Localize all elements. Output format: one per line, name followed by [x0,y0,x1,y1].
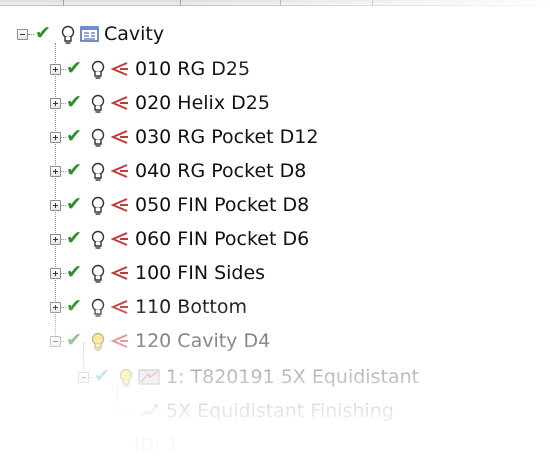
checkmark-icon[interactable]: ✔ [66,160,82,180]
tree-node-100[interactable]: ✔ 100 FIN Sides [0,255,360,289]
lightbulb-icon[interactable] [90,94,106,114]
toolpath-icon [110,130,128,144]
toolpath-icon [110,96,128,110]
toolpath-icon [110,198,128,212]
tree-connector [118,411,136,412]
tree-node-label: 020 Helix D25 [135,92,270,114]
collapse-toggle[interactable] [17,29,28,40]
checkmark-icon[interactable]: ✔ [66,330,82,350]
toolpath-icon [110,300,128,314]
checkmark-icon[interactable]: ✔ [66,92,82,112]
checkmark-icon[interactable]: ✔ [35,23,51,43]
tree-node-label: 050 FIN Pocket D8 [135,194,310,216]
tree-node-label: 040 RG Pocket D8 [135,160,307,182]
checkmark-icon[interactable]: ✔ [66,262,82,282]
tree-node-label: 5X Equidistant Finishing [166,400,394,422]
expand-toggle[interactable] [50,98,61,109]
lightbulb-icon[interactable] [60,25,76,45]
id-label: ID: 1 [134,434,179,456]
tree-node-020[interactable]: ✔ 020 Helix D25 [0,85,360,119]
tree-node-label: 1: T820191 5X Equidistant [166,366,420,388]
strategy-icon [140,404,158,417]
tree-node-label: 110 Bottom [135,296,247,318]
tree-node-label: 030 RG Pocket D12 [135,126,319,148]
lightbulb-icon[interactable] [90,128,106,148]
expand-toggle[interactable] [50,302,61,313]
toolpath-icon [110,164,128,178]
tree-node-010[interactable]: ✔ 010 RG D25 [0,51,360,85]
tree-node-030[interactable]: ✔ 030 RG Pocket D12 [0,119,380,153]
expand-toggle[interactable] [50,132,61,143]
tree-node-label: 060 FIN Pocket D6 [135,228,310,250]
expand-toggle[interactable] [50,234,61,245]
toolpath-icon [110,232,128,246]
checkmark-icon[interactable]: ✔ [66,228,82,248]
tree-node-strategy[interactable]: 5X Equidistant Finishing [0,393,470,427]
collapse-toggle[interactable] [50,336,61,347]
lightbulb-icon[interactable] [90,298,106,318]
tree-node-050[interactable]: ✔ 050 FIN Pocket D8 [0,187,380,221]
operation-icon [138,369,160,385]
toolpath-icon [110,266,128,280]
toolpath-icon [110,334,128,348]
expand-toggle[interactable] [50,64,61,75]
tree-node-120[interactable]: ✔ 120 Cavity D4 [0,323,360,357]
tree-node-label: 120 Cavity D4 [135,330,271,352]
collapse-toggle[interactable] [78,372,89,383]
expand-toggle[interactable] [50,268,61,279]
checkmark-icon[interactable]: ✔ [66,296,82,316]
folder-icon [80,26,99,42]
checkmark-icon[interactable]: ✔ [66,194,82,214]
toolpath-tree: ✔ Cavity ✔ 010 RG D25 ✔ 020 Helix D25 ✔ … [0,0,550,466]
lightbulb-icon[interactable] [90,264,106,284]
tree-node-110[interactable]: ✔ 110 Bottom [0,289,360,323]
expand-toggle[interactable] [50,166,61,177]
lightbulb-icon[interactable] [90,162,106,182]
lightbulb-on-icon[interactable] [90,332,106,352]
tree-node-060[interactable]: ✔ 060 FIN Pocket D6 [0,221,380,255]
tree-node-040[interactable]: ✔ 040 RG Pocket D8 [0,153,380,187]
lightbulb-icon[interactable] [90,230,106,250]
expand-toggle[interactable] [50,200,61,211]
checkmark-icon[interactable]: ✔ [94,366,110,386]
tree-node-label: 010 RG D25 [135,58,251,80]
tree-node-operation[interactable]: ✔ 1: T820191 5X Equidistant [0,359,470,393]
checkmark-icon[interactable]: ✔ [66,58,82,78]
lightbulb-icon[interactable] [90,196,106,216]
toolpath-icon [110,62,128,76]
tree-node-label: 100 FIN Sides [135,262,266,284]
checkmark-icon[interactable]: ✔ [66,126,82,146]
tree-node-label: Cavity [104,23,165,45]
tree-node-id: ID: 1 [0,427,300,461]
lightbulb-icon[interactable] [90,60,106,80]
tree-connector [28,34,34,35]
lightbulb-on-icon[interactable] [118,368,134,388]
tree-node-cavity[interactable]: ✔ Cavity [0,16,300,50]
